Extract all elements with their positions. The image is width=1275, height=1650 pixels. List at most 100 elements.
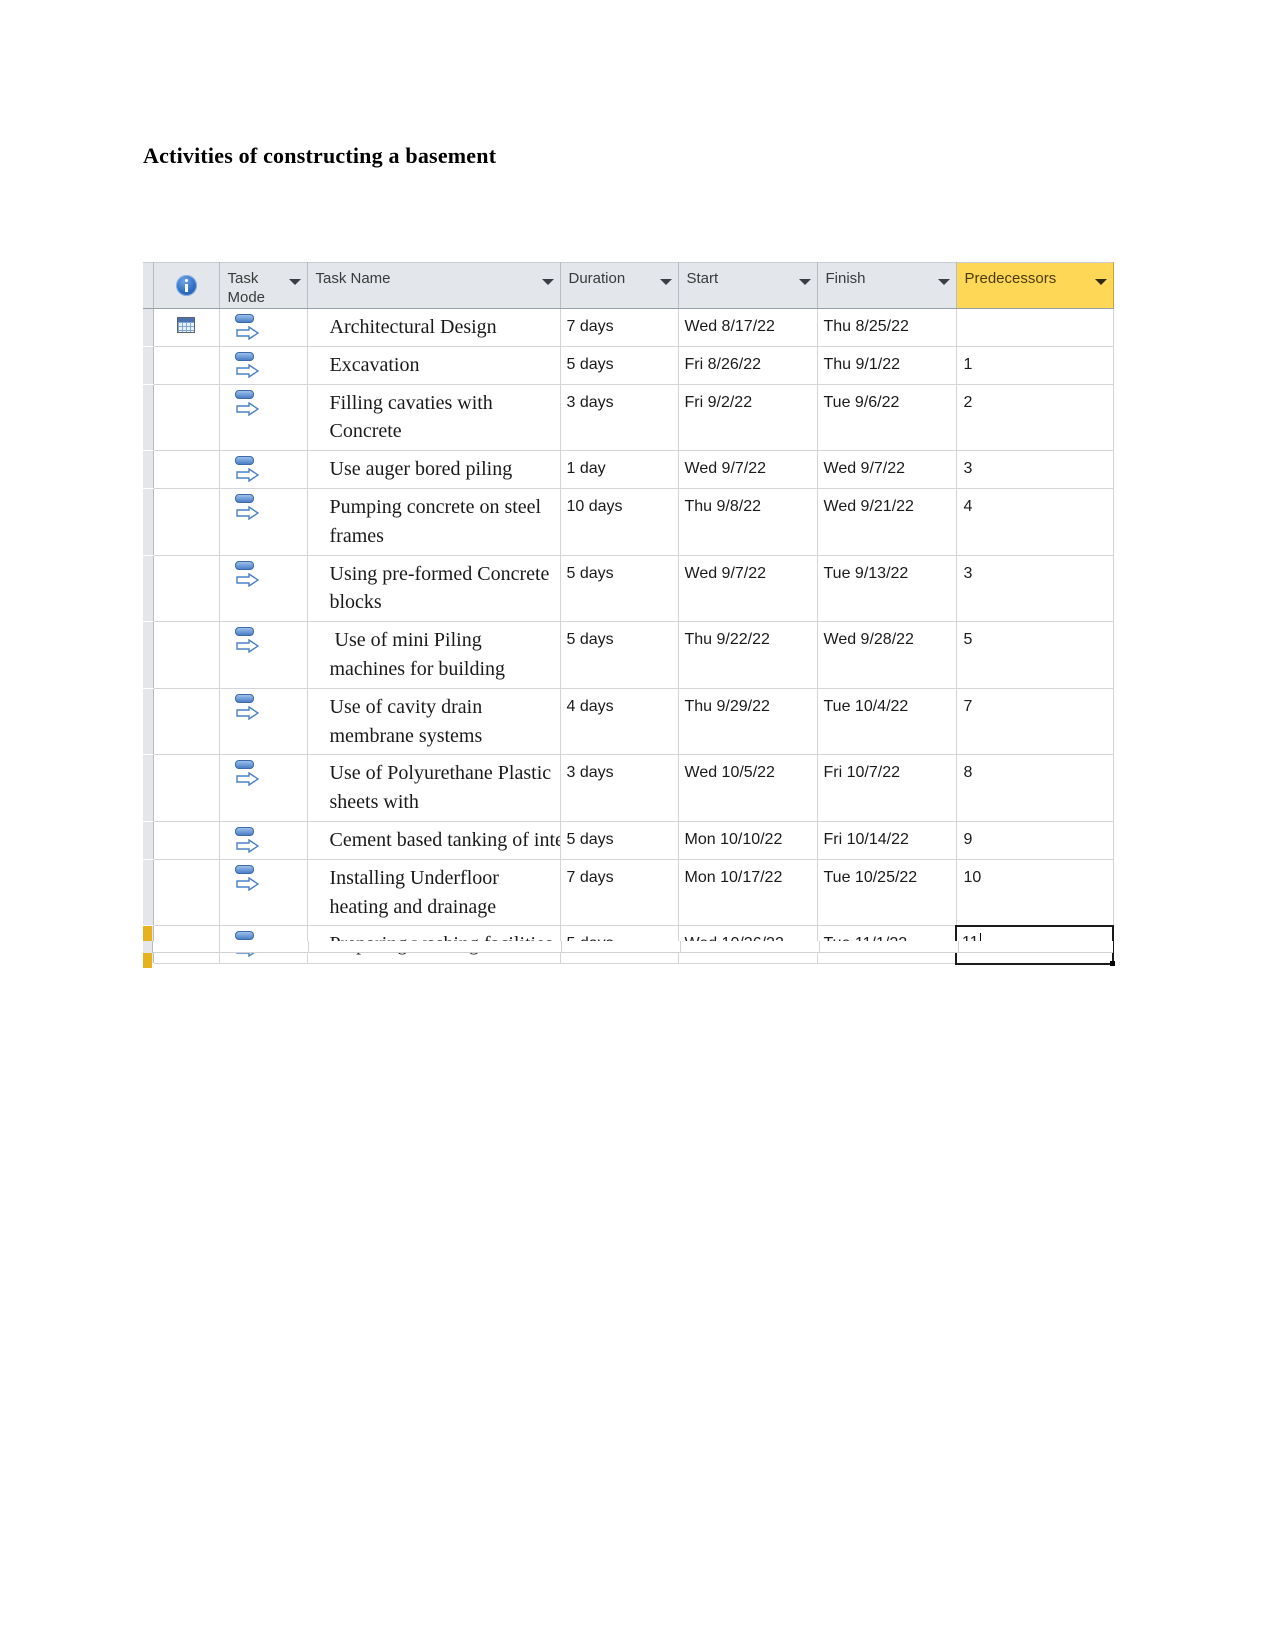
chevron-down-icon[interactable] [937,279,950,285]
chevron-down-icon[interactable] [659,279,672,285]
column-header-predecessors[interactable]: Predecessors [956,262,1114,309]
row-header[interactable] [143,488,154,556]
cell-predecessors[interactable]: 3 [956,555,1114,623]
cell-start[interactable]: Mon 10/17/22 [678,859,818,927]
cell-task-name[interactable]: Use of mini Piling machines for building [307,621,561,689]
cell-start[interactable]: Fri 9/2/22 [678,384,818,452]
cell-finish[interactable]: Wed 9/7/22 [817,450,957,489]
table-row[interactable]: Filling cavaties with Concrete 3 days Fr… [143,384,1114,452]
cell-start[interactable]: Fri 8/26/22 [678,346,818,385]
table-row[interactable]: Installing Underfloor heating and draina… [143,859,1114,927]
cell-indicator[interactable] [153,754,220,822]
cell-task-name[interactable]: Using pre-formed Concrete blocks [307,555,561,623]
row-header[interactable] [143,555,154,623]
cell-start[interactable]: Wed 9/7/22 [678,555,818,623]
cell-duration[interactable]: 10 days [560,488,679,556]
table-row[interactable]: Using pre-formed Concrete blocks 5 days … [143,555,1114,623]
cell-task-mode[interactable] [219,384,308,452]
cell-finish[interactable]: Fri 10/7/22 [817,754,957,822]
cell-task-mode[interactable] [219,688,308,756]
cell-predecessors[interactable]: 1 [956,346,1114,385]
chevron-down-icon[interactable] [541,279,554,285]
cell-duration[interactable]: 5 days [560,346,679,385]
table-row[interactable]: Use of mini Piling machines for building… [143,621,1114,689]
cell-finish[interactable]: Tue 10/25/22 [817,859,957,927]
row-header[interactable] [143,754,154,822]
cell-predecessors[interactable]: 7 [956,688,1114,756]
cell-predecessors[interactable]: 5 [956,621,1114,689]
cell-indicator[interactable] [153,384,220,452]
table-row[interactable]: Architectural Design 7 days Wed 8/17/22 … [143,308,1114,347]
cell-task-name[interactable]: Architectural Design [307,308,561,347]
cell-duration[interactable]: 5 days [560,555,679,623]
cell-task-name[interactable]: Excavation [307,346,561,385]
project-task-grid[interactable]: Task Mode Task Name Duration Start Finis [143,262,1115,969]
cell-task-mode[interactable] [219,555,308,623]
cell-finish[interactable]: Thu 9/1/22 [817,346,957,385]
cell-start[interactable]: Thu 9/22/22 [678,621,818,689]
cell-task-name[interactable]: Filling cavaties with Concrete [307,384,561,452]
cell-duration[interactable]: 3 days [560,384,679,452]
table-row[interactable]: Pumping concrete on steel frames 10 days… [143,488,1114,556]
cell-task-name[interactable]: Use auger bored piling [307,450,561,489]
cell-task-name[interactable]: Cement based tanking of internal walls [307,821,561,860]
cell-task-name[interactable]: Use of Polyurethane Plastic sheets with [307,754,561,822]
cell-duration[interactable]: 3 days [560,754,679,822]
cell-predecessors[interactable]: 10 [956,859,1114,927]
cell-task-mode[interactable] [219,821,308,860]
cell-start[interactable]: Mon 10/10/22 [678,821,818,860]
cell-predecessors[interactable] [956,308,1114,347]
chevron-down-icon[interactable] [288,279,301,285]
row-header[interactable] [143,384,154,452]
cell-predecessors[interactable]: 9 [956,821,1114,860]
row-header[interactable] [143,308,154,347]
cell-duration[interactable]: 5 days [560,621,679,689]
cell-finish[interactable]: Thu 8/25/22 [817,308,957,347]
table-row[interactable]: Use of cavity drain membrane systems 4 d… [143,688,1114,756]
chevron-down-icon[interactable] [798,279,811,285]
cell-indicator[interactable] [153,308,220,347]
cell-task-mode[interactable] [219,450,308,489]
cell-task-mode[interactable] [219,859,308,927]
table-row[interactable]: Use auger bored piling 1 day Wed 9/7/22 … [143,450,1114,489]
cell-start[interactable]: Thu 9/29/22 [678,688,818,756]
cell-task-mode[interactable] [219,621,308,689]
cell-indicator[interactable] [153,450,220,489]
cell-start[interactable]: Wed 9/7/22 [678,450,818,489]
cell-duration[interactable]: 5 days [560,821,679,860]
cell-task-mode[interactable] [219,754,308,822]
cell-predecessors[interactable]: 8 [956,754,1114,822]
cell-predecessors[interactable]: 2 [956,384,1114,452]
row-header[interactable] [143,821,154,860]
column-header-task-mode[interactable]: Task Mode [219,262,308,309]
cell-indicator[interactable] [153,488,220,556]
table-body[interactable]: Architectural Design 7 days Wed 8/17/22 … [143,308,1115,969]
cell-start[interactable]: Wed 10/5/22 [678,754,818,822]
cell-indicator[interactable] [153,859,220,927]
column-header-indicators[interactable] [153,262,220,309]
cell-predecessors[interactable]: 3 [956,450,1114,489]
column-header-finish[interactable]: Finish [817,262,957,309]
cell-indicator[interactable] [153,346,220,385]
cell-finish[interactable]: Tue 9/6/22 [817,384,957,452]
fill-handle[interactable] [1110,960,1115,966]
chevron-down-icon[interactable] [1094,279,1107,285]
cell-predecessors[interactable]: 4 [956,488,1114,556]
cell-finish[interactable]: Fri 10/14/22 [817,821,957,860]
row-header[interactable] [143,346,154,385]
table-row[interactable]: Cement based tanking of internal walls 5… [143,821,1114,860]
cell-indicator[interactable] [153,821,220,860]
table-row[interactable]: Use of Polyurethane Plastic sheets with … [143,754,1114,822]
cell-finish[interactable]: Wed 9/21/22 [817,488,957,556]
row-header[interactable] [143,859,154,927]
cell-duration[interactable]: 1 day [560,450,679,489]
cell-duration[interactable]: 7 days [560,859,679,927]
cell-indicator[interactable] [153,555,220,623]
row-header[interactable] [143,621,154,689]
cell-indicator[interactable] [153,621,220,689]
cell-task-mode[interactable] [219,488,308,556]
table-row[interactable]: Excavation 5 days Fri 8/26/22 Thu 9/1/22… [143,346,1114,385]
cell-task-name[interactable]: Pumping concrete on steel frames [307,488,561,556]
cell-indicator[interactable] [153,688,220,756]
cell-duration[interactable]: 7 days [560,308,679,347]
